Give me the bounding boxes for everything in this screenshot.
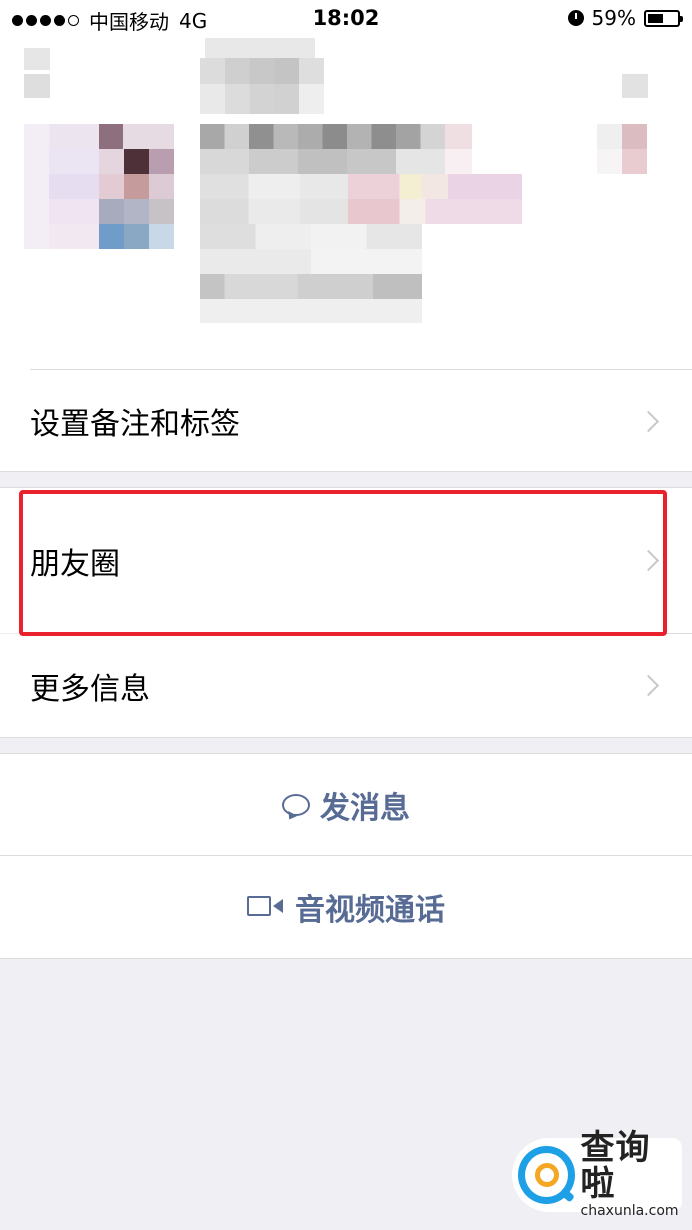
section-divider	[0, 737, 692, 738]
blur-block	[24, 74, 50, 98]
moments-label: 朋友圈	[30, 546, 120, 582]
blur-block	[200, 299, 422, 323]
blur-block	[200, 249, 422, 274]
chat-bubble-icon	[282, 793, 310, 816]
blur-block	[200, 149, 472, 174]
blur-block	[24, 48, 50, 70]
alarm-icon	[567, 10, 584, 26]
chevron-right-icon	[637, 549, 660, 572]
chevron-right-icon	[637, 674, 660, 697]
watermark-domain: chaxunla.com	[580, 1203, 679, 1219]
blur-block	[49, 199, 174, 224]
watermark: 查询啦 chaxunla.com	[512, 1130, 682, 1219]
chevron-right-icon	[637, 410, 660, 432]
battery-icon	[644, 9, 683, 27]
search-logo-icon	[518, 1146, 575, 1204]
blur-block	[622, 74, 648, 98]
set-remark-tags-row[interactable]: 设置备注和标签	[0, 370, 692, 472]
section-divider	[0, 958, 692, 959]
blur-block	[49, 149, 174, 174]
blur-block	[200, 224, 422, 249]
blur-block	[200, 124, 472, 149]
video-call-label: 音视频通话	[295, 893, 445, 928]
blur-block	[49, 224, 174, 249]
profile-header-blurred	[0, 38, 692, 370]
watermark-text: 查询啦 chaxunla.com	[581, 1130, 682, 1220]
blur-block	[200, 58, 324, 84]
watermark-name: 查询啦	[580, 1128, 651, 1204]
video-camera-icon	[247, 896, 285, 918]
blur-block	[597, 149, 647, 174]
video-call-button[interactable]: 音视频通话	[0, 856, 692, 958]
moments-row[interactable]: 朋友圈	[0, 488, 692, 633]
blur-block	[200, 274, 422, 299]
more-info-label: 更多信息	[30, 671, 150, 707]
send-message-button[interactable]: 发消息	[0, 754, 692, 855]
battery-percent: 59%	[591, 6, 636, 30]
blur-block	[49, 174, 174, 199]
send-message-label: 发消息	[320, 790, 410, 826]
status-right: 59%	[567, 6, 683, 30]
blur-block	[200, 84, 324, 114]
blur-block	[200, 174, 522, 199]
more-info-row[interactable]: 更多信息	[0, 634, 692, 737]
section-divider	[0, 471, 692, 472]
set-remark-tags-label: 设置备注和标签	[30, 407, 240, 442]
status-bar: 中国移动 4G 18:02 59%	[0, 0, 692, 38]
blur-block	[597, 124, 647, 149]
blur-block	[200, 199, 522, 224]
